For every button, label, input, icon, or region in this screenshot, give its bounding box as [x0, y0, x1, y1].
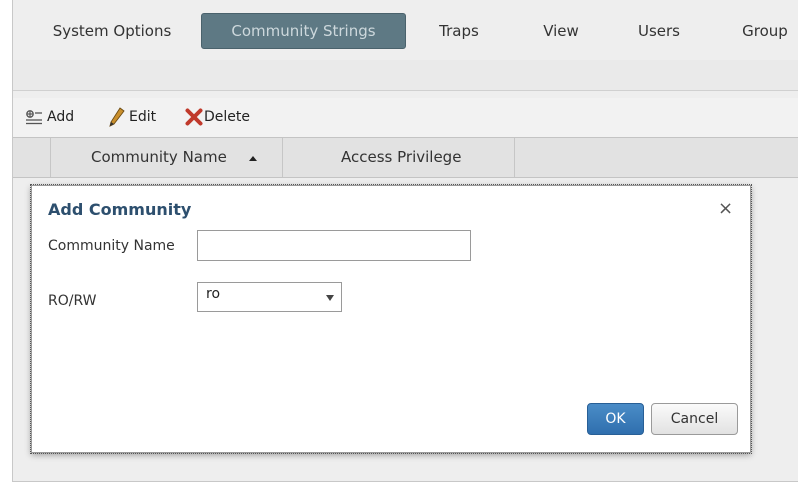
- tab-system-options[interactable]: System Options: [47, 13, 177, 49]
- ok-button[interactable]: OK: [587, 403, 644, 435]
- close-icon[interactable]: ×: [718, 200, 733, 218]
- tab-community-strings[interactable]: Community Strings: [201, 13, 406, 49]
- column-header-access-privilege[interactable]: Access Privilege: [283, 138, 515, 177]
- rorw-label: RO/RW: [48, 293, 97, 309]
- snmp-settings-panel: System Options Community Strings Traps V…: [12, 0, 798, 482]
- add-community-dialog: Add Community × Community Name RO/RW ro …: [30, 184, 752, 454]
- community-name-field[interactable]: [197, 230, 471, 261]
- pencil-icon: [109, 107, 125, 127]
- dialog-title: Add Community: [48, 200, 192, 219]
- delete-label: Delete: [204, 109, 250, 125]
- toolbar: Add Edit Delete: [13, 98, 798, 138]
- grid-header: Community Name Access Privilege: [13, 138, 798, 178]
- tab-traps[interactable]: Traps: [427, 13, 491, 49]
- tab-users[interactable]: Users: [627, 13, 691, 49]
- tab-view[interactable]: View: [529, 13, 593, 49]
- add-button[interactable]: Add: [25, 98, 74, 136]
- tab-group[interactable]: Group: [733, 13, 797, 49]
- column-label-community-name: Community Name: [91, 148, 227, 166]
- rorw-select[interactable]: ro: [197, 282, 342, 312]
- row-selector-column: [13, 138, 51, 177]
- add-label: Add: [47, 109, 75, 125]
- tab-bar: System Options Community Strings Traps V…: [13, 0, 798, 60]
- delete-button[interactable]: Delete: [185, 98, 250, 136]
- column-label-access-privilege: Access Privilege: [341, 148, 462, 166]
- add-list-icon: [25, 109, 43, 125]
- edit-label: Edit: [129, 109, 157, 125]
- rorw-selected-value: ro: [206, 286, 221, 302]
- sort-ascending-icon: [249, 156, 257, 161]
- red-x-icon: [185, 108, 203, 126]
- column-header-community-name[interactable]: Community Name: [51, 138, 283, 177]
- community-name-label: Community Name: [48, 238, 175, 254]
- cancel-button[interactable]: Cancel: [651, 403, 738, 435]
- edit-button[interactable]: Edit: [109, 98, 156, 136]
- chevron-down-icon: [326, 295, 334, 301]
- sub-header-band: [13, 60, 798, 91]
